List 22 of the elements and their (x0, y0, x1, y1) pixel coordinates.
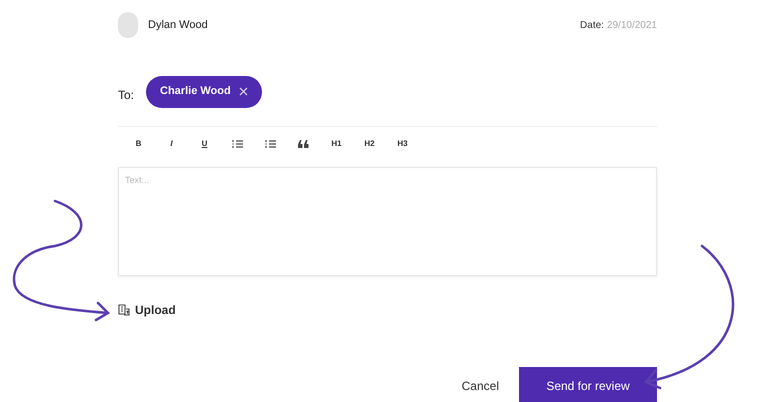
format-button[interactable]: U (190, 134, 219, 154)
author-name: Dylan Wood (148, 18, 208, 33)
format-button[interactable]: B (124, 134, 153, 154)
upload-button[interactable]: Upload (118, 301, 176, 319)
numbered-list-icon (265, 139, 276, 149)
upload-icon (118, 304, 130, 316)
send-for-review-button[interactable]: Send for review (519, 367, 657, 402)
recipient-chip[interactable]: Charlie Wood (146, 76, 262, 108)
avatar-placeholder (118, 12, 138, 38)
format-button[interactable]: H3 (388, 134, 417, 154)
date-value: 29/10/2021 (606, 18, 657, 32)
format-button[interactable]: I (157, 134, 186, 154)
bulleted-list-icon (232, 139, 243, 149)
to-label: To: (118, 86, 134, 104)
date-label: Date: (580, 18, 604, 32)
recipient-name: Charlie Wood (160, 84, 231, 100)
cancel-button[interactable]: Cancel (462, 377, 499, 395)
text-editor[interactable]: Text... (118, 167, 657, 276)
format-button[interactable]: H2 (355, 134, 384, 154)
quote-icon (298, 140, 309, 148)
format-button[interactable]: H1 (322, 134, 351, 154)
close-icon[interactable] (238, 87, 248, 96)
